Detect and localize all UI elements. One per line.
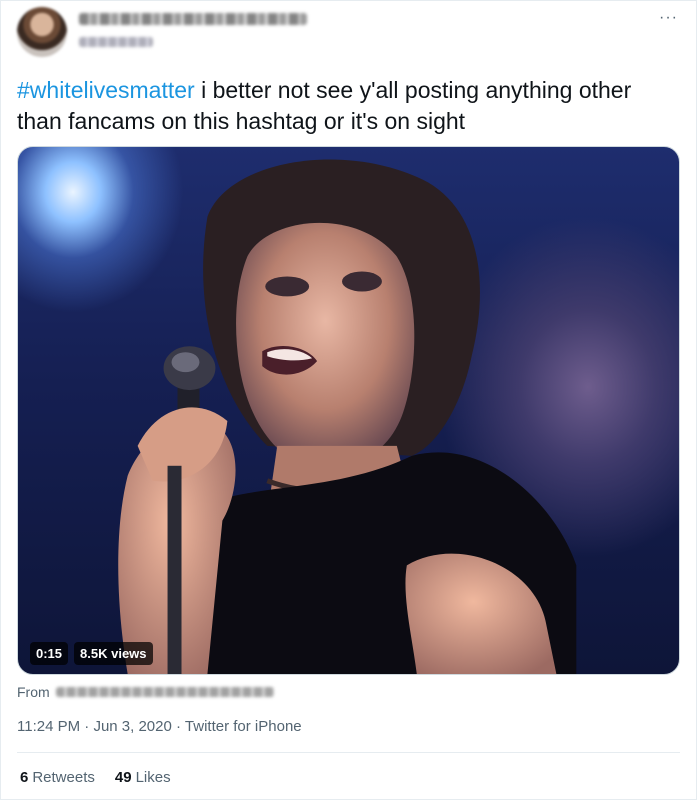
engagement-stats: 6 Retweets 49 Likes — [20, 769, 171, 786]
retweets-label: Retweets — [32, 769, 95, 786]
video-duration: 0:15 — [30, 642, 69, 665]
from-label: From — [17, 684, 50, 700]
video-views: 8.5K views — [74, 642, 153, 665]
user-handle-redacted[interactable] — [79, 37, 153, 47]
likes-label: Likes — [135, 769, 171, 786]
video-badge: 0:15 8.5K views — [30, 642, 153, 665]
tweet-metadata: 11:24 PM · Jun 3, 2020 · Twitter for iPh… — [17, 718, 302, 735]
from-attribution: From — [17, 684, 274, 700]
tweet-text: #whitelivesmatter i better not see y'all… — [17, 75, 682, 137]
likes-count: 49 — [114, 769, 132, 786]
tweet-source[interactable]: Twitter for iPhone — [185, 718, 302, 735]
retweets-count: 6 — [20, 769, 29, 786]
meta-separator: · — [171, 718, 185, 735]
tweet-date[interactable]: Jun 3, 2020 — [93, 718, 171, 735]
tweet-card: ··· #whitelivesmatter i better not see y… — [0, 0, 697, 800]
retweets-stat[interactable]: 6 Retweets — [20, 769, 95, 786]
likes-stat[interactable]: 49 Likes — [115, 769, 171, 786]
hashtag-link[interactable]: #whitelivesmatter — [17, 77, 195, 103]
video-player[interactable]: 0:15 8.5K views — [17, 146, 680, 675]
video-frame — [118, 159, 577, 674]
avatar[interactable] — [17, 7, 67, 57]
from-user-redacted[interactable] — [55, 687, 274, 697]
display-name-redacted[interactable] — [79, 13, 307, 25]
tweet-time[interactable]: 11:24 PM — [17, 718, 80, 735]
meta-separator: · — [80, 718, 94, 735]
more-horizontal-icon[interactable]: ··· — [659, 9, 678, 27]
divider — [17, 752, 680, 753]
